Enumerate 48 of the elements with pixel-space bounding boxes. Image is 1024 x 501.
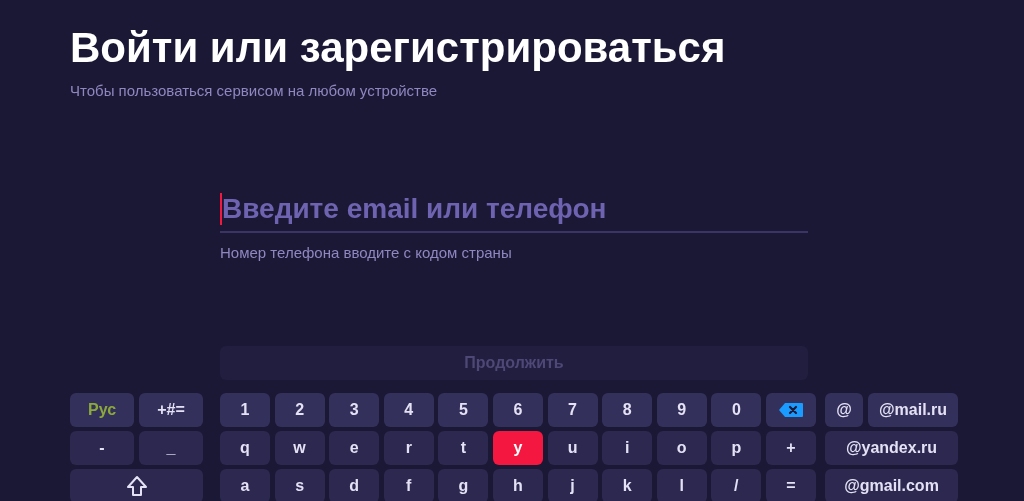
keyboard-key[interactable]: 5 (438, 393, 489, 427)
keyboard-key[interactable]: l (656, 469, 707, 501)
hint-text: Номер телефона вводите с кодом страны (220, 242, 512, 263)
keyboard-key[interactable]: q (220, 431, 270, 465)
keyboard-key[interactable]: 9 (656, 393, 707, 427)
keyboard-key[interactable]: 4 (383, 393, 434, 427)
keyboard-key[interactable]: t (438, 431, 489, 465)
keyboard-key[interactable]: f (383, 469, 434, 501)
keyboard-key[interactable]: @gmail.com (825, 469, 958, 501)
keyboard-key[interactable]: j (547, 469, 598, 501)
keyboard-key[interactable]: +#= (139, 393, 203, 427)
backspace-key[interactable] (765, 393, 816, 427)
page-subtitle: Чтобы пользоваться сервисом на любом устройстве (70, 81, 438, 101)
keyboard-key[interactable]: g (438, 469, 489, 501)
keyboard-key[interactable]: 6 (492, 393, 543, 427)
keyboard-key[interactable]: @yandex.ru (825, 431, 958, 465)
keyboard-key[interactable]: s (274, 469, 325, 501)
keyboard-key[interactable]: Рус (70, 393, 134, 427)
keyboard-key[interactable]: + (765, 431, 816, 465)
keyboard-key[interactable]: @mail.ru (868, 393, 958, 427)
keyboard-key[interactable]: 3 (329, 393, 380, 427)
keyboard-key[interactable]: _ (139, 431, 203, 465)
shift-icon (125, 475, 148, 497)
keyboard-key[interactable]: d (329, 469, 380, 501)
keyboard-key[interactable]: e (329, 431, 380, 465)
keyboard-key[interactable]: @ (825, 393, 863, 427)
keyboard-key[interactable]: 1 (220, 393, 270, 427)
keyboard-key[interactable]: 2 (274, 393, 325, 427)
keyboard-key[interactable]: 8 (602, 393, 653, 427)
keyboard-key[interactable]: o (656, 431, 707, 465)
keyboard-key[interactable]: i (602, 431, 653, 465)
keyboard-key[interactable]: h (492, 469, 543, 501)
shift-key[interactable] (70, 469, 203, 501)
keyboard-key[interactable]: = (765, 469, 816, 501)
keyboard-key[interactable]: a (220, 469, 270, 501)
keyboard-key[interactable]: 0 (711, 393, 762, 427)
keyboard-key[interactable]: u (547, 431, 598, 465)
keyboard-key[interactable]: y (492, 431, 543, 465)
keyboard-key[interactable]: 7 (547, 393, 598, 427)
keyboard-key[interactable]: r (383, 431, 434, 465)
login-field[interactable]: Введите email или телефон (220, 186, 808, 233)
keyboard-key[interactable]: / (711, 469, 762, 501)
page-title: Войти или зарегистрироваться (70, 24, 726, 72)
keyboard-key[interactable]: p (711, 431, 762, 465)
keyboard-key[interactable]: w (274, 431, 325, 465)
keyboard-key[interactable]: - (70, 431, 134, 465)
backspace-icon (777, 402, 804, 418)
keyboard-key[interactable]: k (602, 469, 653, 501)
